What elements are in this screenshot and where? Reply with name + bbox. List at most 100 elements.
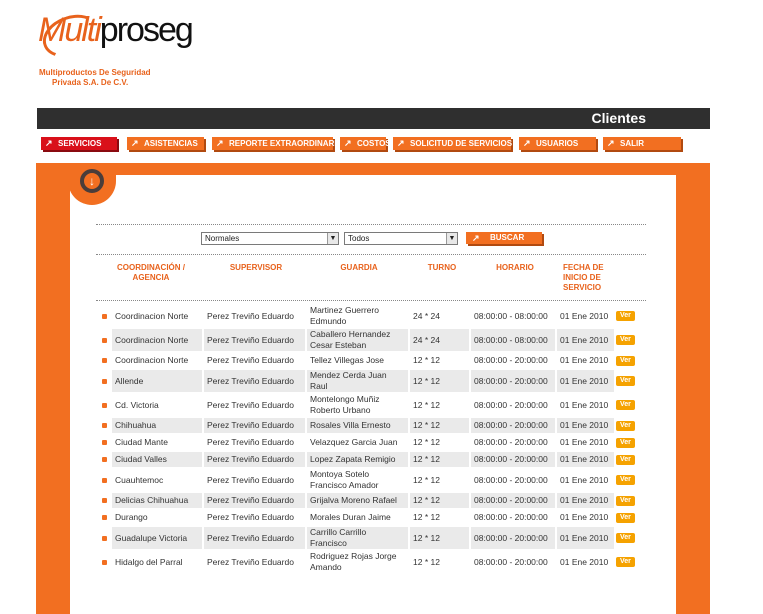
arrow-icon: ↗ <box>397 138 405 148</box>
ver-button[interactable]: Ver <box>616 437 635 448</box>
supervisor-cell: Perez Treviño Eduardo <box>207 556 294 567</box>
col-header-supervisor: SUPERVISOR <box>229 263 283 272</box>
action-cell: Ver <box>616 469 642 491</box>
table-row: Guadalupe Victoria Perez Treviño Eduardo C… <box>98 527 650 549</box>
coordinacion-cell: Allende <box>112 370 202 392</box>
table-row: Ciudad Valles Perez Treviño Eduardo Lopez … <box>98 452 650 467</box>
table-row: Delicias Chihuahua Perez Treviño Eduardo G… <box>98 493 650 508</box>
ver-button[interactable]: Ver <box>616 355 635 366</box>
ver-button[interactable]: Ver <box>616 400 635 410</box>
estado-select-value: Todos <box>348 234 370 243</box>
guardia-cell: Lopez Zapata Remigio <box>307 452 408 467</box>
bullet-icon <box>98 418 112 433</box>
fecha-cell: 01 Ene 2010 <box>560 355 609 365</box>
arrow-icon: ↗ <box>523 138 531 148</box>
col-header-fecha: FECHA DE INICIO DE SERVICIO <box>563 263 604 292</box>
supervisor-cell: Perez Treviño Eduardo <box>204 370 305 392</box>
ver-button[interactable]: Ver <box>616 335 635 345</box>
logo-wordmark: Multiproseg <box>38 8 194 52</box>
guardia-cell: Rodriguez Rojas Jorge Amando <box>310 551 397 572</box>
bullet-icon <box>98 329 112 351</box>
coordinacion-cell: Durango <box>115 512 148 522</box>
col-header-horario: HORARIO <box>496 263 534 272</box>
nav-salir[interactable]: ↗ SALIR <box>603 137 681 150</box>
turno-cell: 12 * 12 <box>413 474 440 485</box>
fecha-cell: 01 Ene 2010 <box>557 527 614 549</box>
nav-solicitud-de-servicios[interactable]: ↗ SOLICITUD DE SERVICIOS <box>393 137 512 150</box>
nav-reporte-extraordinario[interactable]: ↗ REPORTE EXTRAORDINARIO <box>212 137 343 150</box>
ver-button[interactable]: Ver <box>616 475 635 485</box>
down-arrow-circle: ↓ <box>80 169 104 193</box>
table-row: Coordinacion Norte Perez Treviño Eduardo M… <box>98 305 650 327</box>
supervisor-cell: Perez Treviño Eduardo <box>207 437 294 447</box>
coordinacion-cell: Coordinacion Norte <box>112 329 202 351</box>
tipo-select[interactable]: Normales ▼ <box>201 232 339 245</box>
turno-cell: 12 * 12 <box>410 452 469 467</box>
buscar-button[interactable]: ↗ BUSCAR <box>466 232 542 244</box>
action-cell: Ver <box>616 353 642 368</box>
bullet-icon <box>98 353 112 368</box>
bullet-icon <box>98 394 112 416</box>
turno-cell: 12 * 12 <box>410 493 469 508</box>
nav-servicios[interactable]: ↗ SERVICIOS <box>41 137 117 150</box>
nav-costos[interactable]: ↗ COSTOS <box>340 137 391 150</box>
guardia-cell: Montelongo Muñiz Roberto Urbano <box>310 394 380 415</box>
nav-usuarios[interactable]: ↗ USUARIOS <box>519 137 596 150</box>
ver-button[interactable]: Ver <box>616 495 635 506</box>
bullet-icon <box>98 527 112 549</box>
table-row: Durango Perez Treviño Eduardo Morales Dura… <box>98 510 650 525</box>
turno-cell: 24 * 24 <box>413 310 440 321</box>
fecha-cell: 01 Ene 2010 <box>560 437 609 447</box>
bullet-icon <box>98 551 112 573</box>
arrow-icon: ↗ <box>344 138 352 148</box>
estado-select[interactable]: Todos ▼ <box>344 232 458 245</box>
header-bar: Clientes <box>37 108 710 129</box>
nav-asistencias[interactable]: ↗ ASISTENCIAS <box>127 137 204 150</box>
ver-button[interactable]: Ver <box>616 557 635 567</box>
page-title: Clientes <box>591 110 646 126</box>
divider <box>96 254 646 255</box>
horario-cell: 08:00:00 - 20:00:00 <box>474 437 548 447</box>
turno-cell: 24 * 24 <box>410 329 469 351</box>
action-cell: Ver <box>616 394 642 416</box>
horario-cell: 08:00:00 - 20:00:00 <box>471 452 555 467</box>
action-cell: Ver <box>616 329 642 351</box>
guardia-cell: Grijalva Moreno Rafael <box>307 493 408 508</box>
chevron-down-icon: ▼ <box>327 233 338 244</box>
table-row: Allende Perez Treviño Eduardo Mendez Cerda… <box>98 370 650 392</box>
fecha-cell: 01 Ene 2010 <box>560 474 609 485</box>
divider <box>96 224 646 225</box>
arrow-icon: ↗ <box>607 138 615 148</box>
table-row: Cuauhtemoc Perez Treviño Eduardo Montoya S… <box>98 469 650 491</box>
ver-button[interactable]: Ver <box>616 420 635 431</box>
ver-button[interactable]: Ver <box>616 311 635 321</box>
ver-button[interactable]: Ver <box>616 533 635 543</box>
action-cell: Ver <box>616 418 642 433</box>
bullet-icon <box>98 305 112 327</box>
logo-multi: Multi <box>38 11 102 49</box>
fecha-cell: 01 Ene 2010 <box>557 493 614 508</box>
guardia-cell: Carrillo Carrillo Francisco <box>307 527 408 549</box>
supervisor-cell: Perez Treviño Eduardo <box>204 452 305 467</box>
turno-cell: 12 * 12 <box>413 355 440 365</box>
coordinacion-cell: Ciudad Mante <box>115 437 168 447</box>
table-row: Coordinacion Norte Perez Treviño Eduardo T… <box>98 353 650 368</box>
ver-button[interactable]: Ver <box>616 454 635 465</box>
guardia-cell: Morales Duran Jaime <box>310 512 391 522</box>
ver-button[interactable]: Ver <box>616 376 635 386</box>
supervisor-cell: Perez Treviño Eduardo <box>207 399 294 410</box>
supervisor-cell: Perez Treviño Eduardo <box>204 493 305 508</box>
action-cell: Ver <box>616 493 642 508</box>
fecha-cell: 01 Ene 2010 <box>560 310 609 321</box>
table-row: Ciudad Mante Perez Treviño Eduardo Velazqu… <box>98 435 650 450</box>
col-header-guardia: GUARDIA <box>340 263 378 272</box>
horario-cell: 08:00:00 - 20:00:00 <box>474 556 548 567</box>
coordinacion-cell: Cuauhtemoc <box>115 474 164 485</box>
ver-button[interactable]: Ver <box>616 512 635 523</box>
arrow-icon: ↗ <box>216 138 224 148</box>
fecha-cell: 01 Ene 2010 <box>560 399 609 410</box>
company-logo: Multiproseg Multiproductos De Seguridad … <box>36 7 194 92</box>
fecha-cell: 01 Ene 2010 <box>557 370 614 392</box>
action-cell: Ver <box>616 527 642 549</box>
coordinacion-cell: Cd. Victoria <box>115 399 159 410</box>
